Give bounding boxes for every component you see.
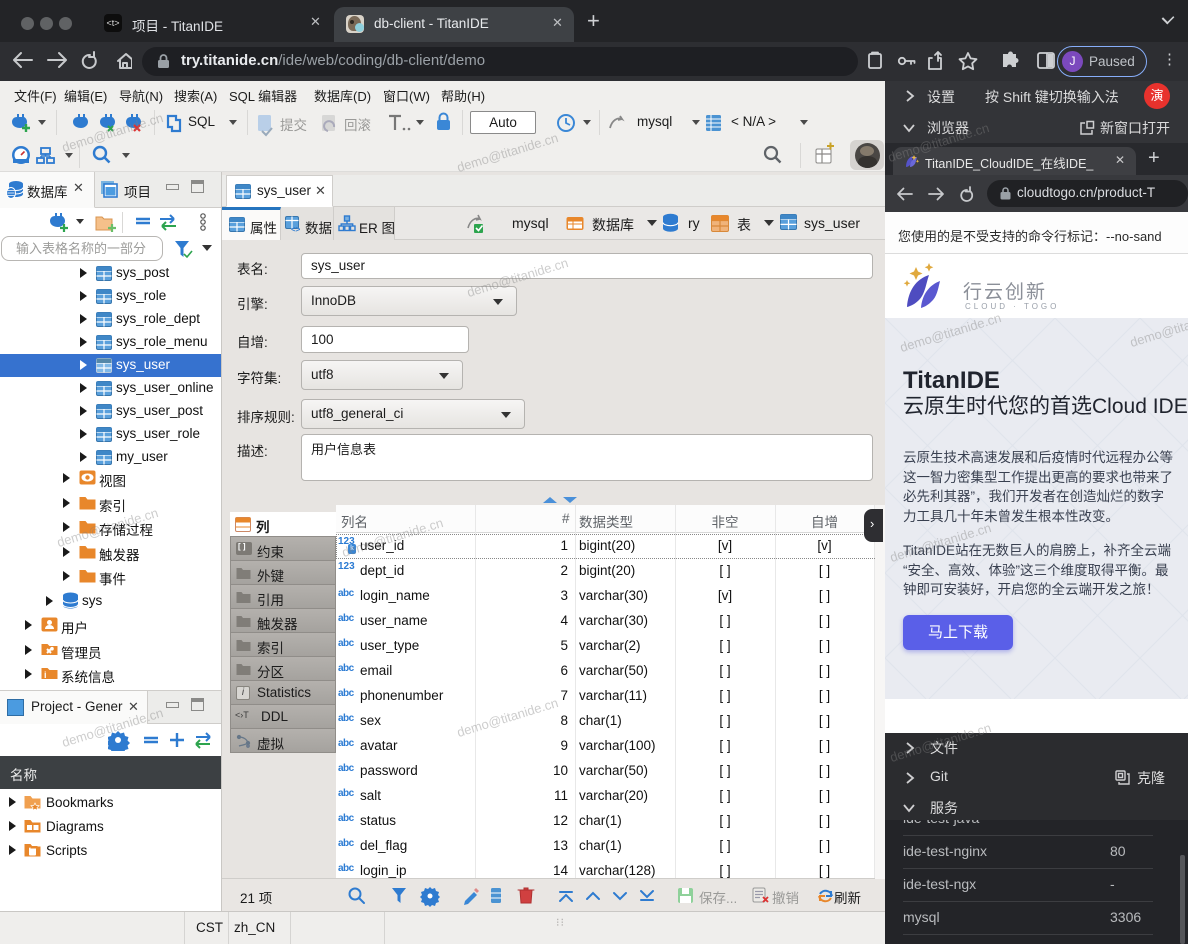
svg-text:i: i	[44, 670, 47, 680]
svg-text:<>: <>	[291, 225, 301, 232]
